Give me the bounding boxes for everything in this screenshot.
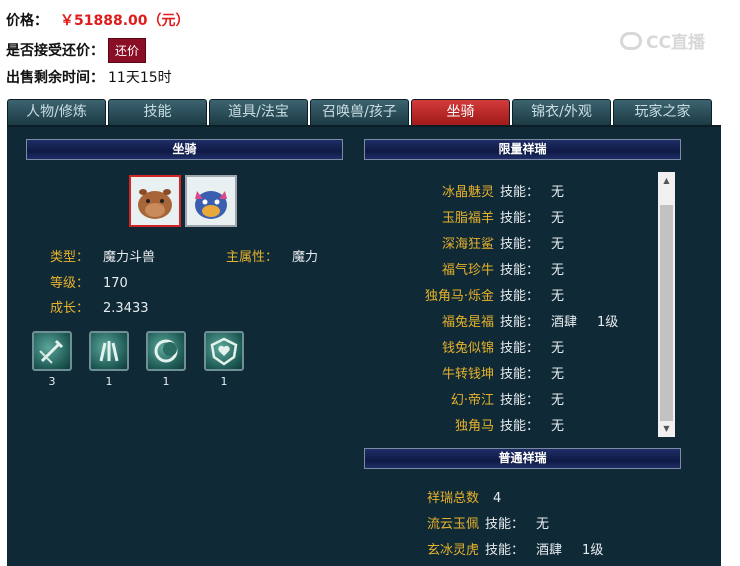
tab-bar: 人物/修炼 技能 道具/法宝 召唤兽/孩子 坐骑 锦衣/外观 玩家之家 — [7, 99, 712, 125]
mount-growth-value: 2.3433 — [103, 301, 149, 316]
scroll-up-arrow-icon[interactable]: ▲ — [658, 172, 675, 189]
normal-section-header: 普通祥瑞 — [364, 448, 681, 469]
heart-shield-icon[interactable] — [204, 331, 244, 371]
counter-offer-row: 是否接受还价： 还价 — [6, 38, 147, 63]
list-item: 钱兔似锦 技能：无 — [441, 341, 565, 356]
normal-total-row: 祥瑞总数 4 — [427, 487, 501, 507]
tab-summons[interactable]: 召唤兽/孩子 — [310, 99, 409, 125]
scroll-thumb[interactable] — [660, 205, 673, 421]
skill-1-count: 3 — [48, 375, 56, 388]
tab-skills[interactable]: 技能 — [108, 99, 207, 125]
list-item: 流云玉佩 技能：无 — [427, 517, 550, 532]
skill-4-count: 1 — [220, 375, 228, 388]
remaining-time-row: 出售剩余时间： 11天15时 — [6, 67, 172, 87]
list-item: 深海狂鲨 技能：无 — [441, 237, 565, 252]
skill-3-count: 1 — [162, 375, 170, 388]
moon-icon[interactable] — [146, 331, 186, 371]
list-item: 独角马·烁金 技能：无 — [424, 289, 565, 304]
tab-mounts[interactable]: 坐骑 — [411, 99, 510, 125]
mount-type-field: 类型： 魔力斗兽 — [50, 246, 155, 265]
mount-attribute-field: 主属性： 魔力 — [226, 246, 318, 265]
remaining-time-label: 出售剩余时间： — [6, 70, 104, 86]
tab-home[interactable]: 玩家之家 — [613, 99, 712, 125]
list-item: 福兔是福 技能： 酒肆 1级 — [441, 315, 619, 330]
limited-list-scrollbar[interactable]: ▲ ▼ — [658, 172, 675, 437]
counter-offer-label: 是否接受还价： — [6, 43, 104, 59]
tab-character[interactable]: 人物/修炼 — [7, 99, 106, 125]
list-item: 玉脂福羊 技能：无 — [441, 211, 565, 226]
mount-level-field: 等级： 170 — [50, 272, 128, 291]
watermark-text: CC直播 — [646, 33, 705, 53]
scroll-down-arrow-icon[interactable]: ▼ — [658, 420, 675, 437]
mount-growth-label: 成长： — [50, 301, 90, 316]
mount-type-value: 魔力斗兽 — [103, 250, 156, 265]
list-item: 牛转钱坤 技能：无 — [441, 367, 565, 382]
mount-capybara-thumbnail[interactable] — [129, 175, 181, 227]
price-value: ￥51888.00（元） — [60, 13, 190, 29]
mount-section-header: 坐骑 — [26, 139, 343, 160]
mount-dragon-thumbnail[interactable] — [185, 175, 237, 227]
price-row: 价格： ￥51888.00（元） — [6, 10, 190, 30]
mount-growth-field: 成长： 2.3433 — [50, 297, 149, 316]
remaining-time-value: 11天15时 — [108, 70, 172, 86]
dragon-icon — [187, 177, 235, 225]
tab-outfits[interactable]: 锦衣/外观 — [512, 99, 611, 125]
list-item: 独角马 技能：无 — [454, 419, 565, 434]
counter-offer-button[interactable]: 还价 — [108, 38, 147, 63]
normal-total-value: 4 — [493, 491, 502, 506]
watermark: CC直播 — [620, 28, 705, 53]
cc-logo-icon — [620, 31, 642, 50]
tab-items[interactable]: 道具/法宝 — [209, 99, 308, 125]
mount-level-label: 等级： — [50, 276, 90, 291]
mount-attribute-value: 魔力 — [292, 250, 319, 265]
list-item: 福气珍牛 技能：无 — [441, 263, 565, 278]
list-item: 玄冰灵虎 技能： 酒肆 1级 — [427, 543, 604, 558]
normal-total-label: 祥瑞总数 — [427, 491, 480, 506]
price-label: 价格： — [6, 13, 48, 29]
mount-type-label: 类型： — [50, 250, 90, 265]
list-item: 幻·帝江 技能：无 — [450, 393, 565, 408]
list-item: 冰晶魅灵 技能：无 — [441, 185, 565, 200]
mount-level-value: 170 — [103, 276, 128, 291]
sword-shield-icon[interactable] — [32, 331, 72, 371]
mount-attribute-label: 主属性： — [226, 250, 279, 265]
claw-icon[interactable] — [89, 331, 129, 371]
capybara-icon — [131, 177, 179, 225]
limited-section-header: 限量祥瑞 — [364, 139, 681, 160]
skill-2-count: 1 — [105, 375, 113, 388]
